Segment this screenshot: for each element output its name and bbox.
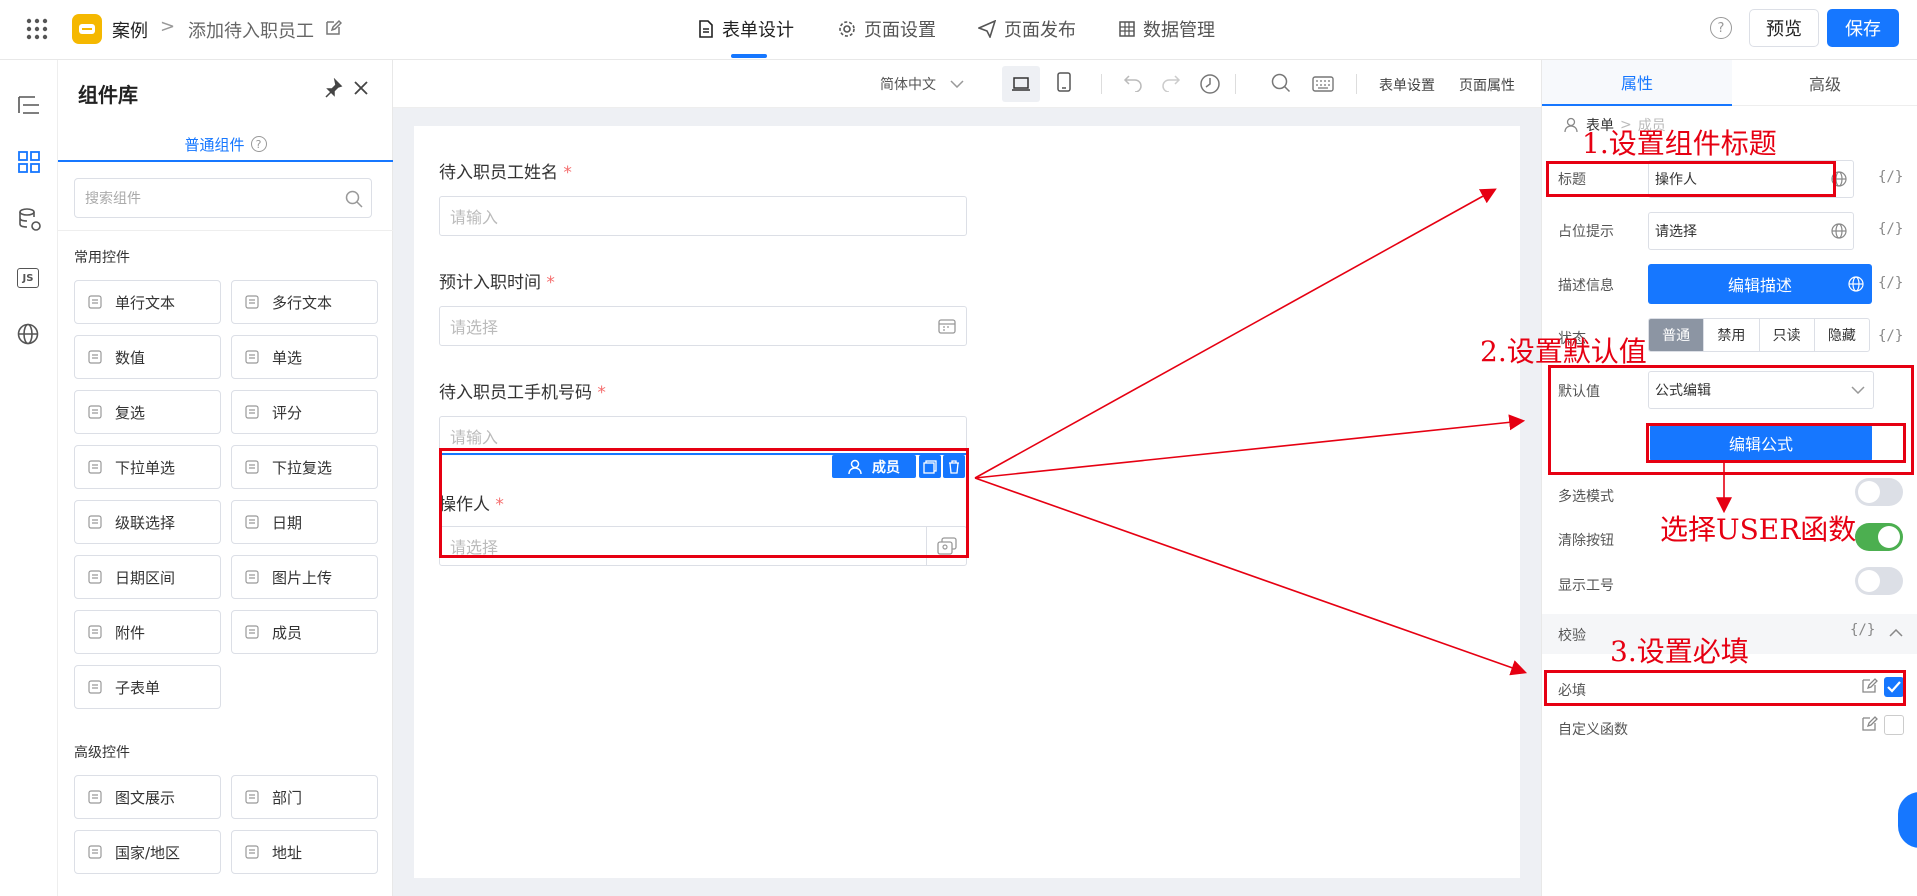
annotation-box-required <box>1544 670 1906 706</box>
annotation-box-formula <box>1646 423 1906 463</box>
annotation-set-default: 2.设置默认值 <box>1480 335 1647 368</box>
annotation-select-user: 选择USER函数 <box>1660 513 1857 546</box>
annotation-set-title: 1.设置组件标题 <box>1582 127 1777 160</box>
annotation-box-title <box>1546 161 1836 197</box>
annotation-set-required: 3.设置必填 <box>1610 635 1749 668</box>
